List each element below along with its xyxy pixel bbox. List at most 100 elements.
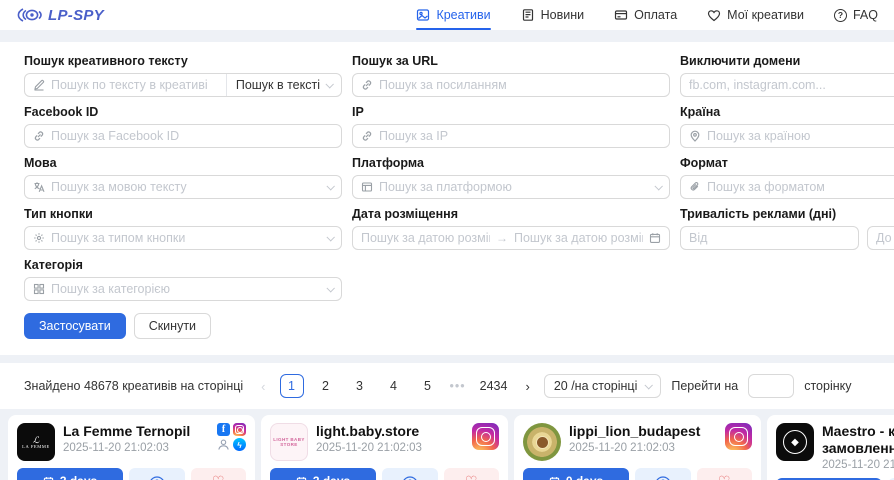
view-button[interactable]	[382, 468, 438, 480]
page-3-button[interactable]: 3	[348, 374, 372, 398]
page-5-button[interactable]: 5	[416, 374, 440, 398]
platform-icon	[361, 181, 373, 193]
favorite-button[interactable]: ♡	[191, 468, 247, 480]
messenger-icon[interactable]: ϟ	[233, 438, 246, 451]
paperclip-icon	[689, 181, 701, 193]
page-4-button[interactable]: 4	[382, 374, 406, 398]
avatar: ◆	[776, 423, 814, 461]
question-icon: ?	[834, 9, 847, 22]
filter-platform: Платформа	[352, 156, 670, 199]
main-nav: Креативи Новини Оплата	[416, 0, 878, 30]
filter-ip: IP	[352, 105, 670, 148]
avatar: LIGHT BABY STORE	[270, 423, 308, 461]
favorite-button[interactable]: ♡	[697, 468, 753, 480]
goto-suffix: сторінку	[804, 379, 851, 393]
country-select[interactable]	[680, 124, 894, 148]
tab-my-creatives[interactable]: Мої креативи	[707, 0, 804, 30]
field-label: Платформа	[352, 156, 670, 170]
chevron-down-icon	[326, 284, 334, 292]
card-title: light.baby.store	[316, 423, 464, 440]
text-search-mode-select[interactable]: Пошук в тексті	[226, 74, 341, 96]
lion-logo	[536, 436, 549, 449]
results-summary: Знайдено 48678 креативів на сторінці	[24, 379, 243, 393]
creatives-grid: ℒ LA FEMME La Femme Ternopil 2025-11-20 …	[0, 409, 894, 480]
calendar-icon	[649, 232, 661, 244]
last-page-button[interactable]: 2434	[476, 374, 512, 398]
goto-page-input[interactable]	[748, 374, 794, 398]
exclude-domains-input[interactable]	[680, 73, 894, 97]
filter-country: Країна	[680, 105, 894, 148]
chevron-down-icon	[645, 381, 653, 389]
link-icon	[361, 130, 373, 142]
days-active-button[interactable]: 3 days	[270, 468, 376, 480]
category-select[interactable]	[24, 277, 342, 301]
placement-date-range[interactable]: →	[352, 226, 670, 250]
pagination-bar: Знайдено 48678 креативів на сторінці ‹ 1…	[0, 363, 894, 409]
ip-input[interactable]	[352, 124, 670, 148]
field-label: Категорія	[24, 258, 342, 272]
page-1-button[interactable]: 1	[280, 374, 304, 398]
facebook-icon[interactable]: f	[217, 423, 230, 436]
language-select[interactable]	[24, 175, 342, 199]
creative-card[interactable]: LIGHT BABY STORE light.baby.store 2025-1…	[261, 415, 508, 480]
profile-icon[interactable]	[217, 438, 230, 454]
field-label: Тип кнопки	[24, 207, 342, 221]
tab-creatives[interactable]: Креативи	[416, 0, 490, 30]
pencil-icon	[33, 79, 45, 91]
view-button[interactable]	[129, 468, 185, 480]
reset-button[interactable]: Скинути	[134, 313, 211, 339]
format-select[interactable]	[680, 175, 894, 199]
logo-text: LP-SPY	[48, 7, 104, 24]
card-date: 2025-11-20 21:02:03	[316, 442, 464, 454]
duration-to-input[interactable]	[867, 226, 894, 250]
page-size-select[interactable]: 20 /на сторінці	[544, 374, 662, 398]
field-label: IP	[352, 105, 670, 119]
days-active-button[interactable]: 3 days	[17, 468, 123, 480]
facebook-id-input[interactable]	[24, 124, 342, 148]
gear-icon	[33, 232, 45, 244]
news-icon	[521, 8, 535, 22]
app-logo[interactable]: LP-SPY	[16, 7, 104, 24]
filter-format: Формат	[680, 156, 894, 199]
days-active-button[interactable]: 0 days	[523, 468, 629, 480]
view-button[interactable]	[635, 468, 691, 480]
filter-button-type: Тип кнопки	[24, 207, 342, 250]
chevron-down-icon	[654, 182, 662, 190]
apply-button[interactable]: Застосувати	[24, 313, 126, 339]
filter-language: Мова	[24, 156, 342, 199]
duration-from-input[interactable]	[680, 226, 859, 250]
creative-text-input[interactable]: Пошук в тексті	[24, 73, 342, 97]
eye-logo-icon	[16, 7, 42, 23]
instagram-icon[interactable]	[725, 423, 752, 450]
page-2-button[interactable]: 2	[314, 374, 338, 398]
field-label: Виключити домени	[680, 54, 894, 68]
instagram-icon[interactable]	[472, 423, 499, 450]
link-icon	[361, 79, 373, 91]
chevron-down-icon	[326, 233, 334, 241]
filter-exclude-domains: Виключити домени	[680, 54, 894, 97]
filter-duration: Тривалість реклами (дні)	[680, 207, 894, 250]
pin-icon	[689, 130, 701, 142]
avatar	[523, 423, 561, 461]
creative-card[interactable]: ◆ Maestro - кухні, меблі на замовлення в…	[767, 415, 894, 480]
button-type-select[interactable]	[24, 226, 342, 250]
tab-faq[interactable]: ? FAQ	[834, 0, 878, 30]
creative-card[interactable]: lippi_lion_budapest 2025-11-20 21:02:03 …	[514, 415, 761, 480]
filter-creative-text: Пошук креативного тексту Пошук в тексті	[24, 54, 342, 97]
next-page-button[interactable]: ›	[521, 379, 533, 394]
prev-page-button[interactable]: ‹	[257, 379, 269, 394]
field-label: Країна	[680, 105, 894, 119]
card-icon	[614, 8, 628, 22]
platform-select[interactable]	[352, 175, 670, 199]
page-ellipsis[interactable]: •••	[450, 379, 466, 393]
card-date: 2025-11-20 21:02:03	[569, 442, 717, 454]
tab-payment[interactable]: Оплата	[614, 0, 677, 30]
favorite-button[interactable]: ♡	[444, 468, 500, 480]
chevron-down-icon	[325, 80, 333, 88]
card-title: Maestro - кухні, меблі на замовлення в У…	[822, 423, 894, 457]
creative-card[interactable]: ℒ LA FEMME La Femme Ternopil 2025-11-20 …	[8, 415, 255, 480]
tab-news[interactable]: Новини	[521, 0, 585, 30]
url-input[interactable]	[352, 73, 670, 97]
filter-panel: Пошук креативного тексту Пошук в тексті …	[0, 42, 894, 355]
instagram-icon[interactable]	[233, 423, 246, 436]
